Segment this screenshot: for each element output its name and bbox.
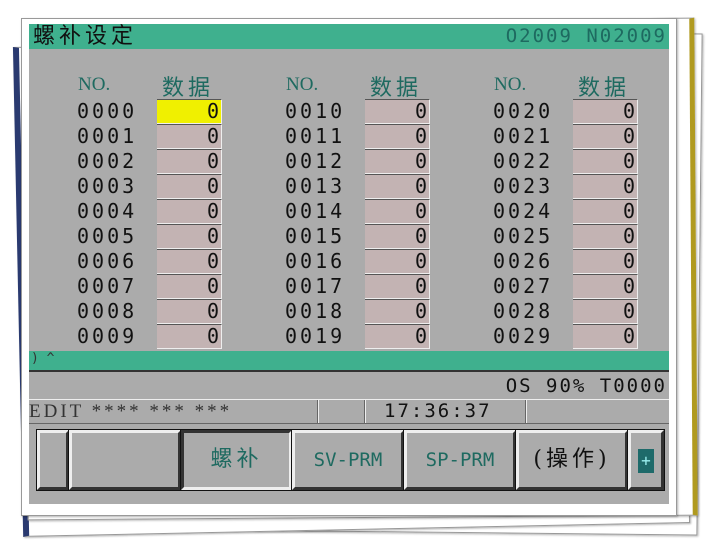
entry-number: 0027 xyxy=(493,274,554,298)
entry-value-cell[interactable]: 0 xyxy=(573,124,638,149)
entry-number: 0010 xyxy=(285,99,346,123)
entry-value-cell[interactable]: 0 xyxy=(157,299,222,324)
entry-value-cell[interactable]: 0 xyxy=(573,224,638,249)
command-input-line[interactable]: ) ^ xyxy=(29,351,669,372)
divider xyxy=(364,400,366,423)
entry-number: 0004 xyxy=(77,199,138,223)
entry-value-cell[interactable]: 0 xyxy=(365,174,430,199)
title-bar: 螺补设定 O2009 N02009 xyxy=(29,24,669,49)
program-number: O2009 N02009 xyxy=(505,25,667,47)
entry-value-cell[interactable]: 0 xyxy=(365,124,430,149)
entry-number: 0020 xyxy=(493,99,554,123)
page-title: 螺补设定 xyxy=(33,24,138,49)
softkey-sv-prm[interactable]: SV-PRM xyxy=(291,429,405,491)
entry-number: 0011 xyxy=(285,124,346,148)
entry-value-cell[interactable]: 0 xyxy=(573,199,638,224)
entry-value-cell[interactable]: 0 xyxy=(573,99,638,124)
entry-number: 0022 xyxy=(493,149,554,173)
softkey-label: SP-PRM xyxy=(425,449,495,471)
entry-number: 0023 xyxy=(493,174,554,198)
entry-value-cell[interactable]: 0 xyxy=(157,124,222,149)
entry-number: 0007 xyxy=(77,274,138,298)
entry-number: 0008 xyxy=(77,299,138,323)
entry-value-cell[interactable]: 0 xyxy=(157,224,222,249)
entry-number: 0021 xyxy=(493,124,554,148)
plus-icon: + xyxy=(638,448,654,473)
entry-number: 0005 xyxy=(77,224,138,248)
entry-value-cell[interactable]: 0 xyxy=(573,249,638,274)
column-header-no: NO. xyxy=(286,74,319,95)
entry-value-cell[interactable]: 0 xyxy=(573,299,638,324)
entry-number: 0003 xyxy=(77,174,138,198)
entry-value-cell[interactable]: 0 xyxy=(365,224,430,249)
entry-value-cell[interactable]: 0 xyxy=(573,274,638,299)
column-header-data: 数据 xyxy=(162,76,215,101)
entry-value-cell[interactable]: 0 xyxy=(573,149,638,174)
entry-number: 0019 xyxy=(285,324,346,348)
entry-number: 0006 xyxy=(77,249,138,273)
entry-value-cell[interactable]: 0 xyxy=(573,174,638,199)
entry-value-cell[interactable]: 0 xyxy=(157,274,222,299)
entry-number: 0015 xyxy=(285,224,346,248)
softkey-label: (操作) xyxy=(533,447,611,472)
entry-value-cell[interactable]: 0 xyxy=(157,324,222,349)
softkey-return[interactable] xyxy=(36,429,70,491)
entry-number: 0017 xyxy=(285,274,346,298)
entry-value-cell[interactable]: 0 xyxy=(365,99,430,124)
softkey-operation[interactable]: (操作) xyxy=(515,429,629,491)
mode-status: EDIT **** *** *** xyxy=(29,401,233,422)
entry-value-cell[interactable]: 0 xyxy=(365,299,430,324)
clock: 17:36:37 xyxy=(384,400,492,422)
entry-number: 0018 xyxy=(285,299,346,323)
entry-number: 0009 xyxy=(77,324,138,348)
column-header-data: 数据 xyxy=(370,76,423,101)
divider xyxy=(317,400,319,423)
cnc-screen: 螺补设定 O2009 N02009 NO. 数据 NO. 数据 NO. 数据 0… xyxy=(29,24,669,504)
divider xyxy=(525,400,527,423)
entry-value-cell[interactable]: 0 xyxy=(157,149,222,174)
entry-number: 0026 xyxy=(493,249,554,273)
entry-value-cell[interactable]: 0 xyxy=(365,274,430,299)
softkey-pitch-comp[interactable]: 螺补 xyxy=(180,429,293,491)
entry-number: 0024 xyxy=(493,199,554,223)
column-header-no: NO. xyxy=(78,74,111,95)
softkey-label: SV-PRM xyxy=(313,449,383,471)
entry-number: 0028 xyxy=(493,299,554,323)
entry-value-cell[interactable]: 0 xyxy=(157,174,222,199)
entry-number: 0002 xyxy=(77,149,138,173)
entry-number: 0012 xyxy=(285,149,346,173)
entry-value-cell[interactable]: 0 xyxy=(365,199,430,224)
entry-value-cell[interactable]: 0 xyxy=(573,324,638,349)
entry-number: 0016 xyxy=(285,249,346,273)
entry-number: 0001 xyxy=(77,124,138,148)
entry-value-cell[interactable]: 0 xyxy=(157,249,222,274)
entry-value-cell[interactable]: 0 xyxy=(365,324,430,349)
softkey-sp-prm[interactable]: SP-PRM xyxy=(403,429,517,491)
entry-number: 0025 xyxy=(493,224,554,248)
entry-number: 0014 xyxy=(285,199,346,223)
entry-number: 0000 xyxy=(77,99,138,123)
entry-number: 0029 xyxy=(493,324,554,348)
status-bar: EDIT **** *** *** 17:36:37 xyxy=(29,399,669,424)
column-header-data: 数据 xyxy=(578,76,631,101)
softkey-next[interactable]: + xyxy=(627,429,665,491)
softkey-2[interactable] xyxy=(68,429,182,491)
entry-number: 0013 xyxy=(285,174,346,198)
entry-value-cell[interactable]: 0 xyxy=(157,99,222,124)
entry-value-cell[interactable]: 0 xyxy=(157,199,222,224)
softkey-label: 螺补 xyxy=(210,447,263,472)
entry-value-cell[interactable]: 0 xyxy=(365,249,430,274)
entry-value-cell[interactable]: 0 xyxy=(365,149,430,174)
column-header-no: NO. xyxy=(494,74,527,95)
override-status: OS 90% T0000 xyxy=(505,375,667,397)
